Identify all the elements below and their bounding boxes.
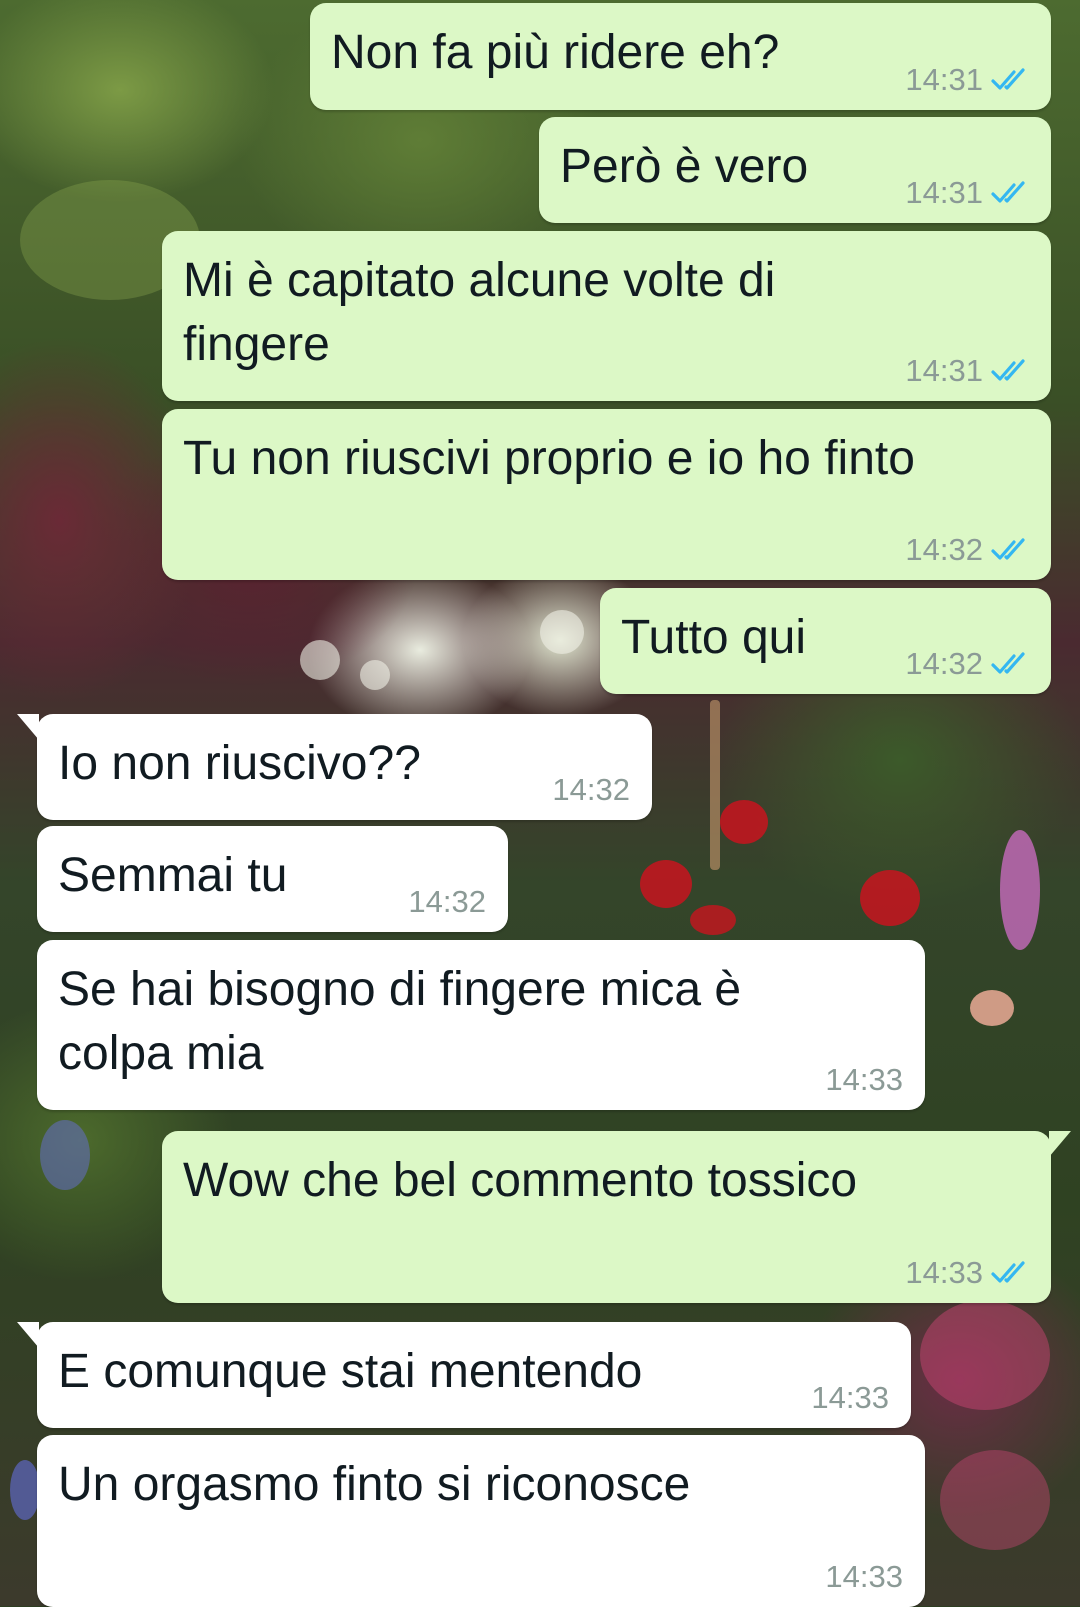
message-meta: 14:33 [811,1380,889,1416]
message-text: E comunque stai mentendo [58,1345,643,1398]
double-check-icon [991,538,1025,560]
message-time: 14:32 [552,772,630,807]
message-incoming[interactable]: Io non riuscivo?? 14:32 [17,714,652,820]
message-meta: 14:32 [408,884,486,920]
message-time: 14:33 [905,1255,983,1290]
message-text: Io non riuscivo?? [58,737,421,790]
message-meta: 14:33 [825,1559,903,1595]
double-check-icon [991,359,1025,381]
message-outgoing[interactable]: Tutto qui 14:32 [600,588,1051,694]
message-outgoing[interactable]: Non fa più ridere eh? 14:31 [310,3,1051,110]
message-incoming[interactable]: Se hai bisogno di fingere mica è colpa m… [37,940,925,1110]
bubble-tail [17,1322,39,1348]
message-incoming[interactable]: Un orgasmo finto si riconosce 14:33 [37,1435,925,1607]
double-check-icon [991,181,1025,203]
message-incoming[interactable]: E comunque stai mentendo 14:33 [17,1322,911,1428]
message-time: 14:31 [905,175,983,210]
message-meta: 14:31 [905,353,1031,389]
message-meta: 14:32 [552,772,630,808]
message-text: Tu non riuscivi proprio e io ho finto [183,432,915,485]
message-outgoing[interactable]: Però è vero 14:31 [539,117,1051,223]
message-text: Se hai bisogno di fingere mica è colpa m… [58,963,742,1080]
message-time: 14:32 [408,884,486,919]
message-meta: 14:32 [905,646,1031,682]
message-meta: 14:33 [905,1255,1031,1291]
message-outgoing[interactable]: Wow che bel commento tossico 14:33 [162,1131,1071,1303]
double-check-icon [991,652,1025,674]
message-time: 14:33 [825,1559,903,1594]
double-check-icon [991,1261,1025,1283]
message-list[interactable]: Non fa più ridere eh? 14:31 Però è vero … [0,0,1080,1607]
message-time: 14:32 [905,646,983,681]
message-time: 14:31 [905,62,983,97]
message-outgoing[interactable]: Tu non riuscivi proprio e io ho finto 14… [162,409,1051,580]
bubble-tail [1049,1131,1071,1157]
bubble-tail [17,714,39,740]
message-text: Wow che bel commento tossico [183,1154,858,1207]
message-meta: 14:31 [905,62,1031,98]
message-time: 14:31 [905,353,983,388]
double-check-icon [991,68,1025,90]
message-meta: 14:33 [825,1062,903,1098]
message-time: 14:32 [905,532,983,567]
message-time: 14:33 [825,1062,903,1097]
message-text: Un orgasmo finto si riconosce [58,1458,691,1511]
message-text: Mi è capitato alcune volte di fingere [183,254,776,371]
message-time: 14:33 [811,1380,889,1415]
message-meta: 14:31 [905,175,1031,211]
message-meta: 14:32 [905,532,1031,568]
message-incoming[interactable]: Semmai tu 14:32 [37,826,508,932]
message-outgoing[interactable]: Mi è capitato alcune volte di fingere 14… [162,231,1051,401]
